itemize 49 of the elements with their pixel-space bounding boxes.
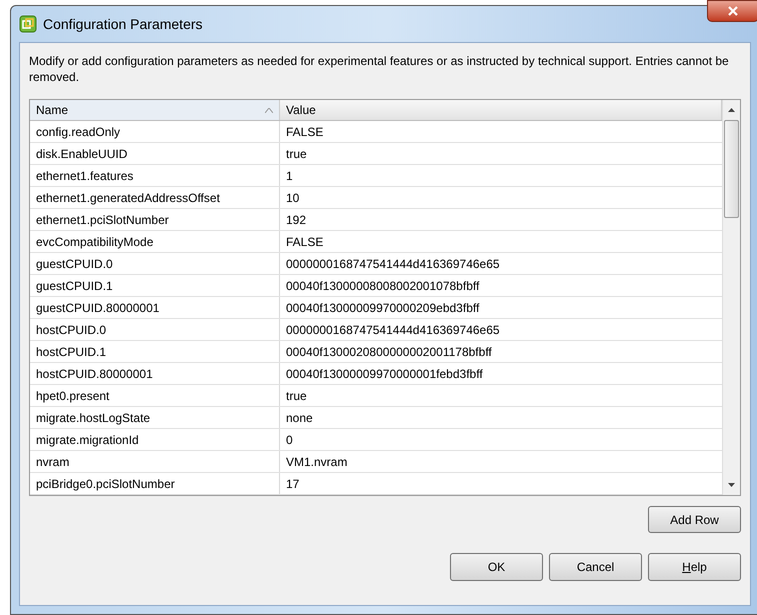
description-text: Modify or add configuration parameters as needed for experimental features or as instructed by technical support. Entries cannot be removed. (29, 53, 729, 85)
scrollbar-thumb[interactable] (724, 120, 739, 218)
app-icon (19, 15, 37, 33)
table-cell-text: 17 (285, 476, 300, 493)
close-icon (727, 6, 739, 16)
table-cell-text: 00040f1300020800000002001178bfbff (285, 344, 493, 361)
table-cell-text: 10 (285, 190, 300, 207)
table-cell-text: FALSE (285, 124, 324, 141)
table-cell-text: VM1.nvram (285, 454, 348, 471)
scroll-down-icon (728, 483, 735, 487)
table-cell: migrate.hostLogState (30, 407, 280, 428)
sort-icon (265, 108, 273, 112)
table-cell: hostCPUID.1 (30, 341, 280, 362)
scroll-up-icon (728, 108, 735, 112)
column-header[interactable]: Name (30, 100, 280, 120)
table-cell: migrate.migrationId (30, 429, 280, 450)
table-cell: hpet0.present (30, 385, 280, 406)
table-cell: hostCPUID.0 (30, 319, 280, 340)
table-cell: guestCPUID.0 (30, 253, 280, 274)
table-cell: nvram (30, 451, 280, 472)
scrollbar[interactable] (722, 100, 740, 495)
table-cell: pciBridge0.pciSlotNumber (30, 473, 280, 494)
close-button[interactable] (707, 0, 757, 22)
dialog-button[interactable]: Help (648, 553, 741, 581)
dialog-button[interactable]: OK (450, 553, 543, 581)
table-cell: disk.EnableUUID (30, 143, 280, 164)
table-cell: guestCPUID.1 (30, 275, 280, 296)
table-cell-text: true (285, 146, 308, 163)
table-cell-text: 0 (285, 432, 294, 449)
window-title: Configuration Parameters (43, 14, 203, 34)
add-row-button[interactable]: Add Row (648, 506, 741, 533)
table-cell-text: 192 (285, 212, 308, 229)
table-cell: ethernet1.features (30, 165, 280, 186)
table-cell: ethernet1.generatedAddressOffset (30, 187, 280, 208)
table-cell-text: 00040f13000008008002001078bfbff (285, 278, 480, 295)
table-cell: evcCompatibilityMode (30, 231, 280, 252)
table-cell: hostCPUID.80000001 (30, 363, 280, 384)
table-cell-text: 0000000168747541444d416369746e65 (285, 256, 501, 273)
table-cell-text: none (285, 410, 314, 427)
table-cell-text: 00040f13000009970000001febd3fbff (285, 366, 484, 383)
table-cell-text: 1 (285, 168, 294, 185)
table-cell-text: 00040f13000009970000209ebd3fbff (285, 300, 480, 317)
table-cell-text: true (285, 388, 308, 405)
table-cell-text: FALSE (285, 234, 324, 251)
table-cell-text: 0000000168747541444d416369746e65 (285, 322, 501, 339)
table-cell: config.readOnly (30, 121, 280, 142)
table-cell: ethernet1.pciSlotNumber (30, 209, 280, 230)
dialog-button[interactable]: Cancel (549, 553, 642, 581)
table-cell: guestCPUID.80000001 (30, 297, 280, 318)
